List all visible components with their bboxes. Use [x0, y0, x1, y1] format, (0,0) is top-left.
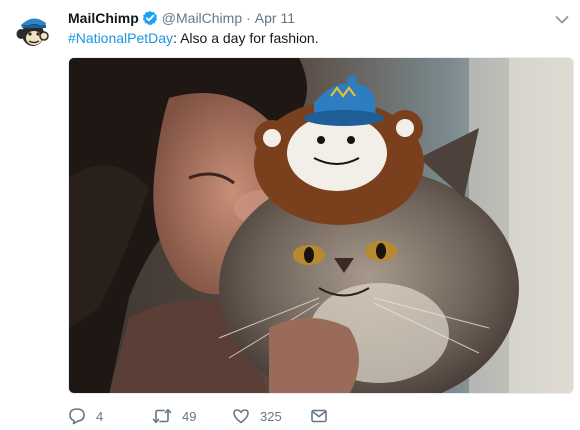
hashtag-link[interactable]: #NationalPetDay [68, 30, 173, 46]
envelope-icon [311, 409, 327, 423]
tweet-header: MailChimp @MailChimp · Apr 11 [68, 9, 295, 27]
header-separator: · [246, 10, 251, 26]
author-name[interactable]: MailChimp [68, 10, 139, 26]
photo-woman-kissing-cat-in-monkey-hat [69, 58, 573, 393]
reply-count: 4 [96, 408, 104, 424]
tweet-card[interactable]: MailChimp @MailChimp · Apr 11 #NationalP… [0, 0, 580, 430]
heart-icon [233, 409, 249, 424]
chevron-down-icon[interactable] [555, 12, 569, 24]
tweet-photo[interactable] [68, 57, 574, 394]
tweet-actions: 4 49 325 [68, 405, 340, 427]
author-avatar[interactable] [12, 10, 54, 52]
like-button[interactable]: 325 [232, 405, 310, 427]
reply-button[interactable]: 4 [68, 405, 152, 427]
direct-message-button[interactable] [310, 405, 340, 427]
tweet-text: #NationalPetDay: Also a day for fashion. [68, 29, 319, 47]
tweet-date[interactable]: Apr 11 [255, 10, 295, 26]
retweet-button[interactable]: 49 [152, 405, 232, 427]
reply-bubble-icon [69, 408, 85, 425]
tweet-text-body: : Also a day for fashion. [173, 30, 319, 46]
mailchimp-freddie-logo-icon [12, 10, 54, 52]
author-handle[interactable]: @MailChimp [162, 10, 242, 26]
verified-badge-icon [142, 10, 158, 26]
retweet-icon [152, 408, 172, 424]
like-count: 325 [260, 408, 282, 424]
retweet-count: 49 [182, 408, 197, 424]
